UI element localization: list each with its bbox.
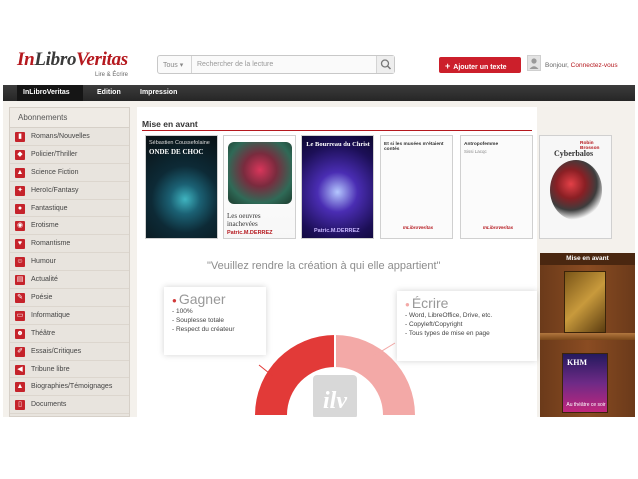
- nav-item-edition[interactable]: Edition: [97, 89, 121, 96]
- tagline-quote: "Veuillez rendre la création à qui elle …: [207, 260, 441, 272]
- sidebar-item-policier-thriller[interactable]: ◆ Policier/Thriller: [10, 146, 129, 164]
- megaphone-icon: ◀: [15, 364, 25, 375]
- slide-frame: InLibroVeritas Lire & Écrire Tous ▾ Rech…: [0, 0, 638, 479]
- search-category-select[interactable]: Tous ▾: [158, 56, 192, 73]
- sidebar-item-science-fiction[interactable]: ▲ Science Fiction: [10, 164, 129, 182]
- header: InLibroVeritas Lire & Écrire Tous ▾ Rech…: [3, 35, 635, 85]
- search-icon: [380, 59, 392, 70]
- plus-icon: +: [445, 61, 451, 71]
- featured-title: Mise en avant: [142, 119, 198, 129]
- sidebar-item-label: Erotisme: [31, 222, 59, 230]
- sidebar-item-romans-nouvelles[interactable]: ▮ Romans/Nouvelles: [10, 128, 129, 146]
- sidebar-item-tribune-libre[interactable]: ◀ Tribune libre: [10, 361, 129, 379]
- sidebar-item-label: Romans/Nouvelles: [31, 133, 90, 140]
- sidebar-item-erotisme[interactable]: ◉ Erotisme: [10, 217, 129, 236]
- search-bar[interactable]: Tous ▾ Rechercher de la lecture: [157, 55, 395, 74]
- book-cover-antropofemme[interactable]: Antropofemme Sissi Lacqc InLibroVeritas: [460, 135, 533, 239]
- quill-icon: ✎: [15, 293, 25, 304]
- sidebar-list: ▮ Romans/Nouvelles ◆ Policier/Thriller ▲ Scie…: [10, 128, 129, 415]
- shelf-book-1[interactable]: [564, 271, 606, 333]
- sidebar-item-label: Science Fiction: [31, 168, 79, 176]
- book-cover-oeuvres-inachevees[interactable]: Les oeuvres inachevées Patric.M.DERREZ: [223, 135, 296, 239]
- login-greeting: Bonjour, Connectez-vous: [545, 62, 618, 69]
- sidebar-item-label: Poésie: [31, 294, 53, 302]
- bullet-dot: ●: [405, 299, 410, 309]
- book-icon: ▮: [15, 132, 25, 142]
- sidebar-item-label: Documents: [31, 401, 67, 409]
- detective-icon: ◆: [15, 149, 25, 160]
- main-content: Mise en avant Sébastien Coussefolaine ON…: [137, 107, 612, 417]
- document-icon: ▯: [15, 400, 25, 411]
- sidebar-item-label: Essais/Critiques: [31, 347, 82, 355]
- shelf-title: Mise en avant: [540, 253, 635, 265]
- book-cover-musees[interactable]: Et si les musées m'étaient contés InLibr…: [380, 135, 453, 239]
- sidebar-item-hero-c-fantasy[interactable]: ✦ Heroïc/Fantasy: [10, 182, 129, 200]
- lips-icon: ◉: [15, 221, 25, 232]
- person-icon: ▲: [15, 382, 25, 393]
- book-cover-bourreau-du-christ[interactable]: Le Bourreau du Christ Patric.M.DERREZ: [301, 135, 374, 239]
- sidebar-item-biographies-t-moignages[interactable]: ▲ Biographies/Témoignages: [10, 378, 129, 397]
- rocket-icon: ▲: [15, 167, 25, 178]
- nav-item-inlibroveritas[interactable]: InLibroVeritas: [23, 89, 70, 96]
- sidebar-item-label: Fantastique: [31, 204, 68, 212]
- sidebar-item-fantastique[interactable]: ● Fantastique: [10, 200, 129, 218]
- book-cover-cyberbalos[interactable]: Robin Brosson Cyberbalos: [539, 135, 612, 239]
- search-button[interactable]: [376, 56, 394, 73]
- ilv-logo: ilv: [323, 388, 347, 414]
- website-screenshot: InLibroVeritas Lire & Écrire Tous ▾ Rech…: [3, 35, 635, 417]
- user-avatar-icon[interactable]: [527, 55, 541, 71]
- add-text-button[interactable]: + Ajouter un texte: [439, 57, 521, 73]
- computer-icon: ▭: [15, 310, 25, 321]
- sidebar-title: Abonnements: [10, 108, 129, 128]
- cover-illustration: [228, 142, 292, 204]
- ghost-icon: ●: [15, 203, 25, 214]
- site-tagline: Lire & Écrire: [95, 72, 129, 78]
- bullet-dot: ●: [172, 295, 177, 305]
- sidebar-item-label: Théâtre: [31, 329, 56, 337]
- sidebar-item-label: Romantisme: [31, 240, 71, 248]
- sidebar-item-label: Actualité: [31, 276, 58, 284]
- title-underline: [142, 130, 532, 131]
- gagner-card: ● Gagner - 100% - Souplesse totale - Resp…: [164, 287, 266, 355]
- sidebar-item-label: Policier/Thriller: [31, 150, 78, 158]
- sidebar-item-label: Informatique: [31, 311, 70, 319]
- ecrire-card: ● Écrire - Word, LibreOffice, Drive, etc.…: [397, 291, 537, 361]
- shelf-book-2[interactable]: KHM Au théâtre ce soir: [562, 353, 608, 413]
- sidebar-item-essais-critiques[interactable]: ✐ Essais/Critiques: [10, 343, 129, 361]
- sidebar-item-label: Humour: [31, 258, 56, 266]
- shelf-plank: [540, 333, 635, 340]
- book-cover-onde-de-choc[interactable]: Sébastien Coussefolaine ONDE DE CHOC: [145, 135, 218, 239]
- search-input[interactable]: Rechercher de la lecture: [197, 61, 273, 68]
- masks-icon: ☻: [15, 328, 25, 339]
- sidebar-item-romantisme[interactable]: ♥ Romantisme: [10, 235, 129, 254]
- pen-icon: ✐: [15, 346, 25, 357]
- sidebar-item-th-tre[interactable]: ☻ Théâtre: [10, 325, 129, 343]
- sidebar-item-humour[interactable]: ☺ Humour: [10, 253, 129, 272]
- sidebar-item-informatique[interactable]: ▭ Informatique: [10, 307, 129, 325]
- sidebar-item-label: Tribune libre: [31, 365, 70, 373]
- sidebar: Abonnements ▮ Romans/Nouvelles ◆ Policier/T…: [9, 107, 130, 417]
- main-nav: InLibroVeritas Edition Impression: [3, 85, 635, 101]
- nav-item-impression[interactable]: Impression: [140, 89, 177, 96]
- smile-icon: ☺: [15, 257, 25, 268]
- login-link[interactable]: Connectez-vous: [571, 62, 618, 69]
- site-logo[interactable]: InLibroVeritas: [17, 49, 128, 71]
- news-icon: ▤: [15, 275, 25, 286]
- cover-illustration: [550, 160, 602, 220]
- heart-icon: ♥: [15, 239, 25, 250]
- sidebar-item-documents[interactable]: ▯ Documents: [10, 396, 129, 415]
- sword-icon: ✦: [15, 185, 25, 196]
- sidebar-item-label: Biographies/Témoignages: [31, 383, 113, 391]
- sidebar-item-actualit-[interactable]: ▤ Actualité: [10, 271, 129, 290]
- featured-shelf: Mise en avant KHM Au théâtre ce soir: [540, 253, 635, 417]
- sidebar-item-po-sie[interactable]: ✎ Poésie: [10, 289, 129, 307]
- sidebar-item-label: Heroïc/Fantasy: [31, 186, 79, 194]
